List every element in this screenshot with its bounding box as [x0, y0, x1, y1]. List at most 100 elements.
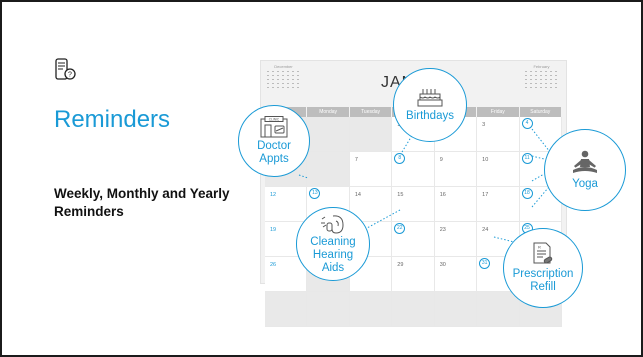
- day-number: 7: [354, 157, 358, 163]
- calendar-day-cell: 7: [349, 152, 393, 187]
- mini-day-mark: [550, 79, 552, 80]
- calendar-day-cell: 9: [434, 152, 478, 187]
- prescription-label-line1: Prescription: [512, 268, 574, 280]
- day-number: 22: [394, 223, 406, 234]
- day-number: 29: [397, 262, 404, 268]
- mini-day-mark: [545, 83, 547, 84]
- mini-day-mark: [297, 71, 299, 72]
- mini-day-mark: [535, 75, 537, 76]
- mini-day-mark: [287, 83, 289, 84]
- mini-day-mark: [525, 79, 527, 80]
- calendar-day-cell: 12: [265, 187, 308, 222]
- mini-day-mark: [535, 83, 537, 84]
- mini-day-mark: [550, 75, 552, 76]
- calendar-day-cell: [392, 292, 435, 327]
- prescription-icon: R: [533, 242, 553, 264]
- svg-text:?: ?: [68, 72, 72, 79]
- mini-calendar-left: December: [266, 64, 301, 90]
- day-number: 18: [521, 188, 533, 199]
- mini-day-mark: [272, 79, 274, 80]
- birthday-cake-icon: [417, 88, 443, 106]
- mini-day-mark: [292, 79, 294, 80]
- weekday-header: Friday: [477, 107, 519, 117]
- mini-day-mark: [272, 87, 274, 88]
- weekday-header: Monday: [307, 107, 349, 117]
- mini-day-mark: [530, 71, 532, 72]
- cleaning-label-line1: Cleaning: [310, 235, 356, 248]
- calendar-day-cell: 22: [392, 222, 435, 257]
- doctor-label-line2: Appts: [259, 153, 289, 165]
- mini-day-mark: [555, 83, 557, 84]
- yoga-bubble: Yoga: [544, 129, 626, 211]
- mini-day-mark: [287, 75, 289, 76]
- calendar-day-cell: [307, 292, 350, 327]
- cleaning-hearing-aids-bubble: Cleaning Hearing Aids: [296, 207, 370, 281]
- mini-day-mark: [540, 87, 542, 88]
- calendar-day-cell: [307, 117, 350, 152]
- mini-day-mark: [287, 71, 289, 72]
- day-number: 30: [439, 262, 446, 268]
- cleaning-label-line3: Aids: [321, 261, 345, 274]
- mini-day-mark: [297, 79, 299, 80]
- calendar-day-cell: 8: [392, 152, 435, 187]
- mini-day-mark: [545, 71, 547, 72]
- mini-day-mark: [530, 83, 532, 84]
- day-number: 10: [482, 157, 489, 163]
- mini-day-mark: [525, 75, 527, 76]
- mini-day-mark: [292, 87, 294, 88]
- mobile-chat-icon: ?: [55, 58, 76, 80]
- mini-day-mark: [540, 79, 542, 80]
- yoga-icon: [573, 150, 597, 173]
- doctor-appts-bubble: CLINIC Doctor Appts: [238, 105, 310, 177]
- prescription-label-line2: Refill: [530, 281, 556, 293]
- mini-day-mark: [282, 71, 284, 72]
- mini-day-mark: [277, 83, 279, 84]
- day-number: 23: [439, 227, 446, 233]
- mini-day-mark: [535, 71, 537, 72]
- day-number: 4: [521, 118, 533, 129]
- mini-day-mark: [555, 87, 557, 88]
- mini-day-mark: [550, 71, 552, 72]
- mini-day-mark: [277, 79, 279, 80]
- mini-day-mark: [282, 75, 284, 76]
- mini-day-mark: [267, 83, 269, 84]
- weekday-header: Tuesday: [349, 107, 392, 117]
- mini-day-mark: [292, 71, 294, 72]
- mini-day-mark: [550, 87, 552, 88]
- calendar-day-cell: [307, 152, 350, 187]
- calendar-day-cell: 10: [477, 152, 520, 187]
- mini-day-mark: [282, 83, 284, 84]
- day-number: 3: [482, 122, 486, 128]
- calendar-day-cell: 3: [477, 117, 520, 152]
- mini-day-mark: [555, 79, 557, 80]
- calendar-day-cell: 30: [434, 257, 478, 292]
- mini-day-mark: [267, 79, 269, 80]
- calendar-day-cell: 17: [477, 187, 520, 222]
- weekday-header: Saturday: [519, 107, 561, 117]
- calendar-day-cell: [349, 117, 393, 152]
- day-number: 24: [482, 227, 489, 233]
- clinic-icon: CLINIC: [260, 116, 288, 138]
- calendar-day-cell: 16: [434, 187, 478, 222]
- day-number: 13: [309, 188, 321, 199]
- mini-day-mark: [545, 75, 547, 76]
- mini-day-mark: [272, 71, 274, 72]
- mini-day-mark: [535, 79, 537, 80]
- day-number: 15: [397, 192, 404, 198]
- calendar-day-cell: 15: [392, 187, 435, 222]
- mini-day-mark: [540, 83, 542, 84]
- day-number: 26: [270, 262, 277, 268]
- calendar-day-cell: 23: [434, 222, 478, 257]
- mini-day-mark: [277, 71, 279, 72]
- calendar-day-cell: [265, 292, 308, 327]
- mini-day-mark: [267, 87, 269, 88]
- mini-day-mark: [272, 75, 274, 76]
- mini-day-mark: [540, 71, 542, 72]
- mini-day-mark: [292, 83, 294, 84]
- page-title: Reminders: [54, 106, 171, 133]
- mini-day-mark: [287, 79, 289, 80]
- yoga-label: Yoga: [572, 177, 598, 190]
- mini-day-mark: [545, 87, 547, 88]
- cleaning-label-line2: Hearing: [312, 248, 354, 261]
- mini-day-mark: [530, 79, 532, 80]
